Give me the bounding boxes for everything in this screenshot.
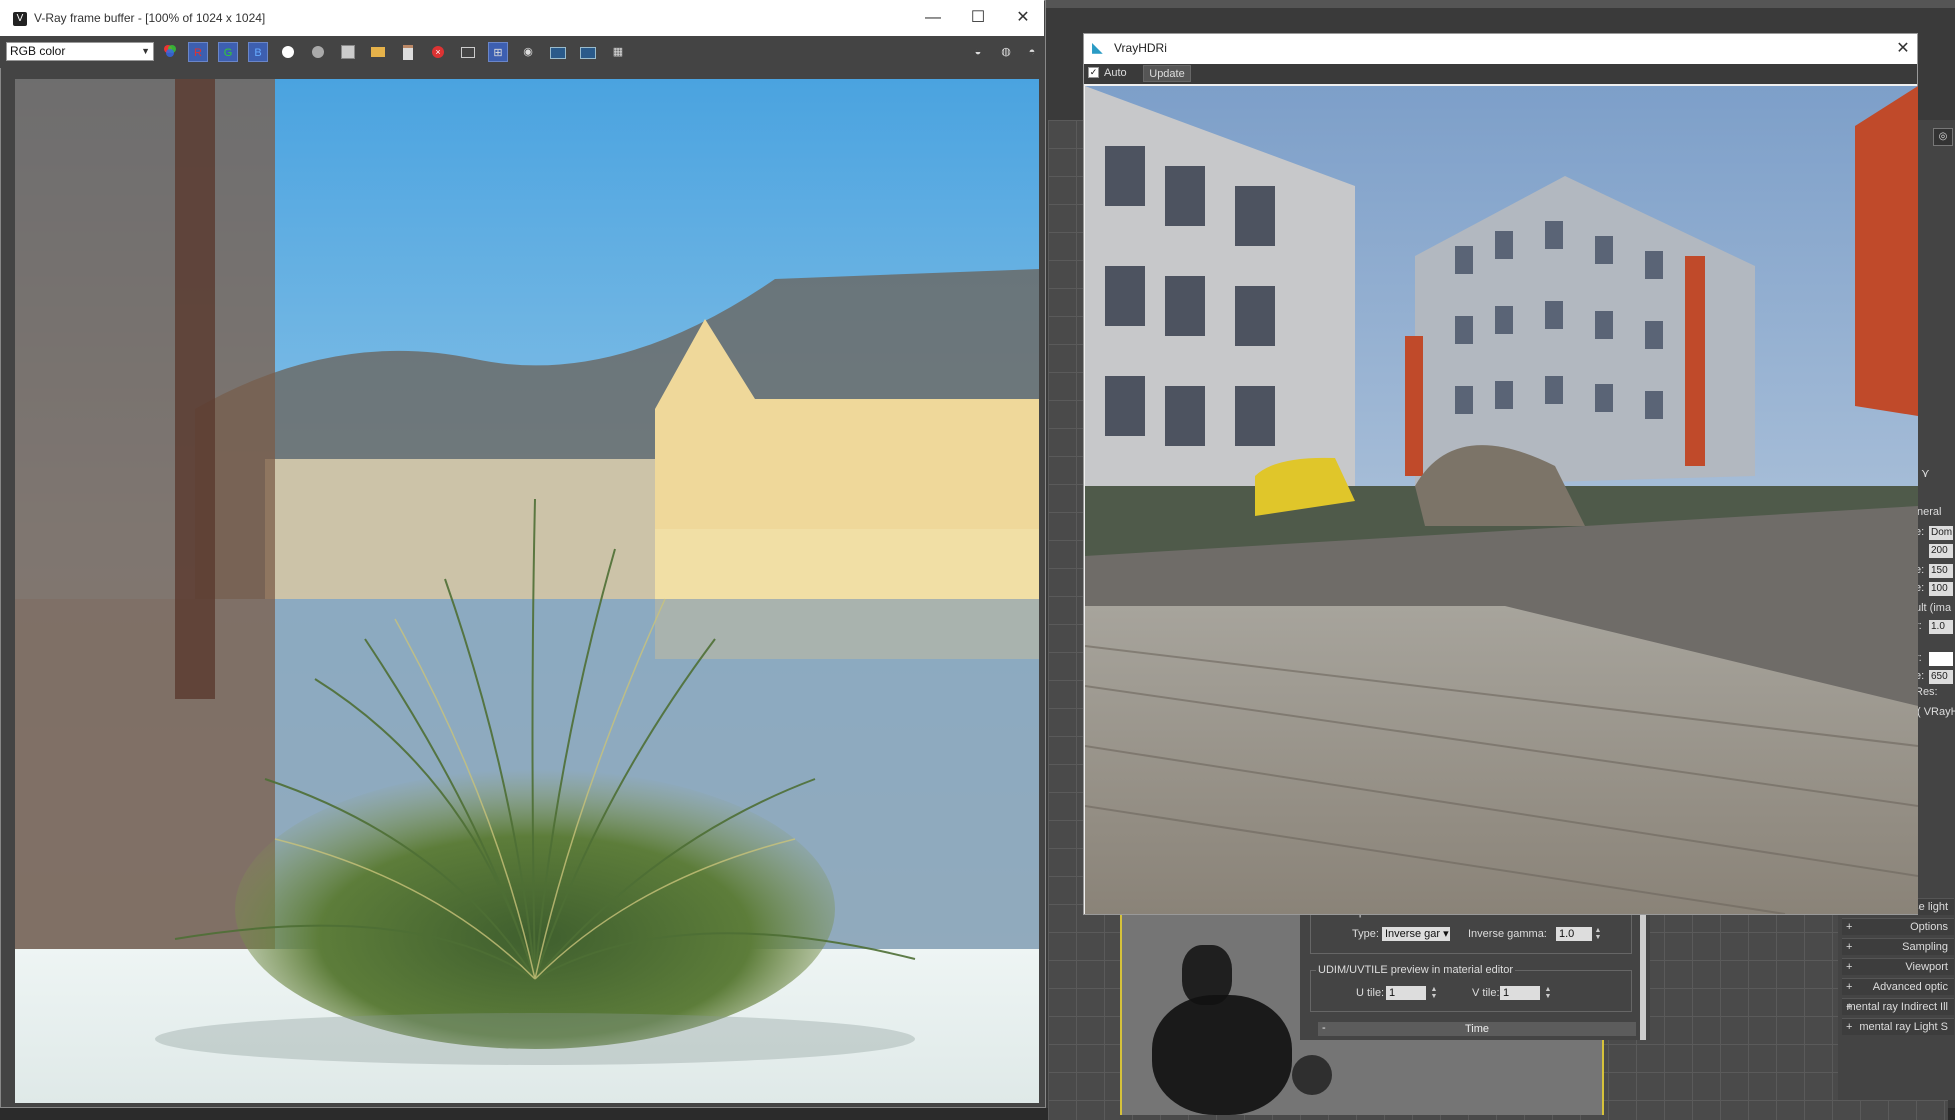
rollout-label: Sampling [1902,941,1948,953]
edge-field[interactable]: Dom [1929,526,1953,540]
blue-channel-button[interactable]: B [248,42,268,62]
u-tile-field[interactable]: 1 [1386,986,1426,1000]
plus-icon: + [1846,981,1853,993]
track-mouse-icon[interactable]: ⊞ [488,42,508,62]
u-tile-label: U tile: [1356,987,1385,999]
red-channel-button[interactable]: R [188,42,208,62]
edge-label: ult (ima [1915,602,1952,614]
max-app-icon: ◣ [1092,39,1103,55]
render-globe-icon[interactable]: ◍ [996,42,1016,62]
edge-label: ( VRayH [1917,706,1955,718]
type-select[interactable]: Inverse gar ▾ [1382,927,1450,941]
hdri-toolbar [1084,64,1917,84]
rollout-viewport[interactable]: + Viewport [1842,958,1954,975]
edge-field[interactable]: 100 [1929,582,1953,596]
rollout-options[interactable]: + Options [1842,918,1954,935]
material-editor-panel: Color space Type: Inverse gar ▾ Inverse … [1300,906,1650,1040]
hdri-preview-image[interactable] [1085,86,1918,914]
v-tile-field[interactable]: 1 [1500,986,1540,1000]
time-rollout[interactable]: Time [1318,1022,1636,1036]
hdri-titlebar[interactable] [1084,34,1917,64]
grass-render-graphic [15,79,1039,1103]
type-label: Type: [1352,928,1379,940]
mono-icon[interactable] [308,42,328,62]
channel-select[interactable]: RGB color ▼ [6,42,154,61]
render-settings-icon[interactable]: ◓ [1022,42,1042,62]
channel-value: RGB color [10,44,66,58]
rollout-label: mental ray Light S [1859,1021,1948,1033]
rollout-label: Options [1910,921,1948,933]
time-collapse[interactable]: - [1322,1022,1326,1034]
green-channel-button[interactable]: G [218,42,238,62]
v-tile-spinner[interactable]: ▲ ▼ [1544,986,1552,1000]
pixel-info-icon[interactable] [578,42,598,62]
edge-label: Res: [1915,686,1938,698]
hdri-title: VrayHDRi [1114,41,1167,55]
region-icon[interactable] [458,42,478,62]
maximize-button[interactable]: ☐ [955,0,1001,36]
lens-effects-icon[interactable] [548,42,568,62]
scatter-dots [1292,1055,1332,1095]
inverse-gamma-field[interactable]: 1.0 [1556,927,1592,941]
udim-label: UDIM/UVTILE preview in material editor [1316,964,1516,976]
rollout-mr-indirect[interactable]: + mental ray Indirect Ill [1842,998,1954,1015]
inverse-gamma-label: Inverse gamma: [1468,928,1547,940]
alpha-white-icon[interactable] [278,42,298,62]
plus-icon: + [1846,1001,1853,1013]
minimize-button[interactable]: — [910,0,956,36]
plus-icon: + [1846,941,1853,953]
clipboard-icon[interactable] [398,42,418,62]
chevron-down-icon: ▼ [141,46,150,56]
vfb-title: V-Ray frame buffer - [100% of 1024 x 102… [34,11,266,25]
rollout-label: Advanced optic [1872,981,1948,993]
render-region-icon[interactable]: ◉ [518,42,538,62]
save-icon[interactable] [338,42,358,62]
hdri-street-graphic [1085,86,1918,914]
material-scrollbar[interactable] [1640,915,1646,1040]
close-button[interactable]: ✕ [1000,0,1046,36]
u-tile-spinner[interactable]: ▲ ▼ [1430,986,1438,1000]
command-panel-edge: ◎ ⋎ neral e: Dom 200 e: 150 e: 100 ult (… [1915,120,1955,900]
filter-icon[interactable]: ⋎ [1921,466,1930,480]
scatter-dots [1152,995,1292,1115]
vray-logo-icon: V [13,12,27,26]
inverse-gamma-spinner[interactable]: ▲ ▼ [1594,927,1602,941]
rollout-label: se light [1913,901,1948,913]
rendered-image[interactable] [15,79,1039,1103]
color-channels-icon[interactable] [160,42,180,62]
load-folder-icon[interactable] [368,42,388,62]
rollout-advanced[interactable]: + Advanced optic [1842,978,1954,995]
render-teapot-icon[interactable]: ◒ [968,42,988,62]
edge-field[interactable]: 1.0 [1929,620,1953,634]
auto-label: Auto [1104,67,1127,79]
edge-field[interactable]: 150 [1929,564,1953,578]
rollout-mr-light[interactable]: + mental ray Light S [1842,1018,1954,1035]
plus-icon: + [1846,961,1853,973]
update-button[interactable]: Update [1143,65,1191,82]
plus-icon: + [1846,1021,1853,1033]
v-tile-label: V tile: [1472,987,1500,999]
auto-checkbox[interactable]: ✓ [1088,67,1099,78]
edge-field[interactable]: 650 [1929,670,1953,684]
clear-stop-icon[interactable]: × [428,42,448,62]
edge-color-swatch[interactable] [1929,652,1953,666]
rollout-sampling[interactable]: + Sampling [1842,938,1954,955]
rollout-label: Viewport [1905,961,1948,973]
edge-field[interactable]: 200 [1929,544,1953,558]
general-label: neral [1917,506,1942,518]
plus-icon: + [1846,921,1853,933]
settings-icon[interactable]: ◎ [1933,128,1953,146]
hdri-close-button[interactable]: ✕ [1890,35,1916,63]
type-value: Inverse gar [1385,928,1441,940]
rollout-label: mental ray Indirect Ill [1846,1001,1948,1013]
history-icon[interactable]: ▦ [608,42,628,62]
